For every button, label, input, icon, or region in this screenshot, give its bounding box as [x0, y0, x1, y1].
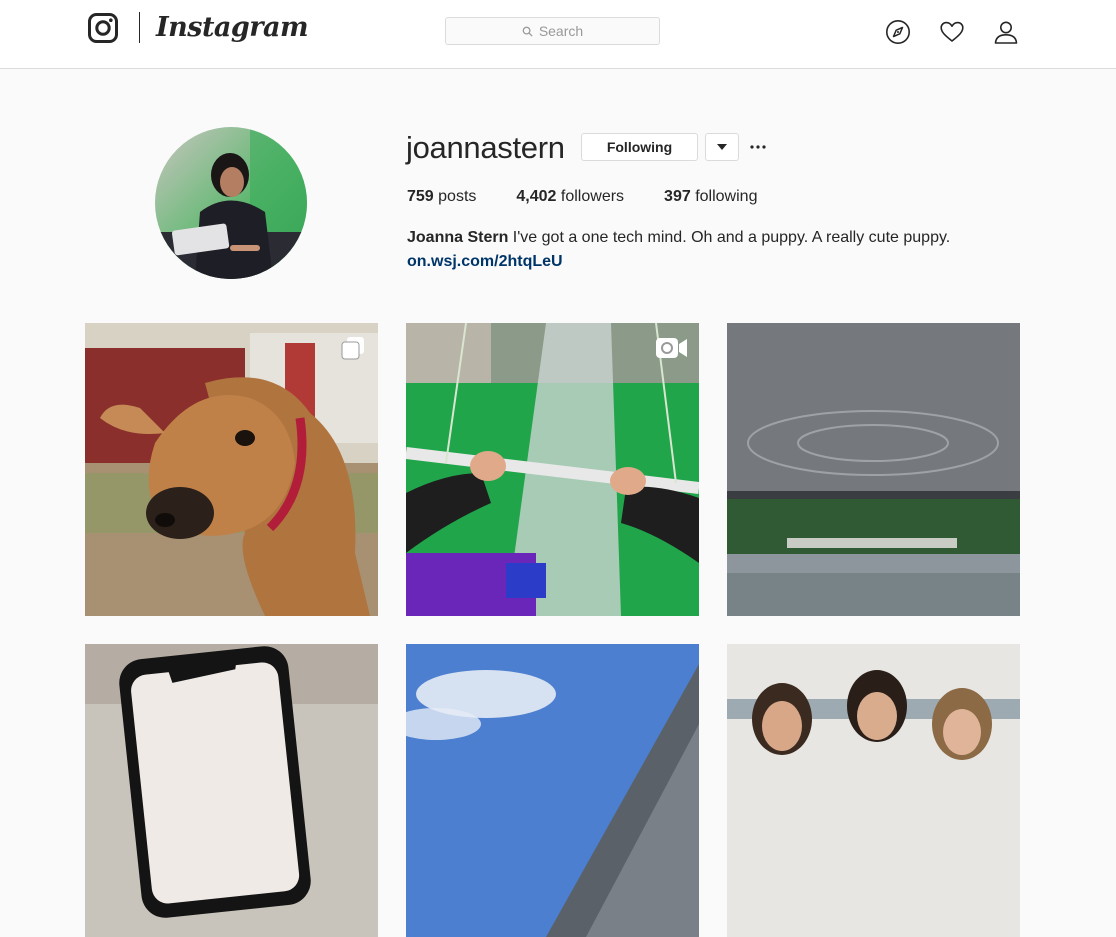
posts-stat: 759 posts	[407, 186, 476, 208]
post-image-group	[727, 644, 1020, 937]
post-image-building	[406, 644, 699, 937]
suggestions-dropdown-button[interactable]	[705, 133, 739, 161]
profile-avatar[interactable]	[155, 127, 307, 279]
bio-website-link[interactable]: on.wsj.com/2htqLeU	[407, 251, 563, 273]
post-tile[interactable]	[406, 644, 699, 937]
search-icon	[522, 26, 533, 37]
following-count: 397	[664, 188, 691, 205]
following-button[interactable]: Following	[581, 133, 698, 161]
instagram-glyph-icon[interactable]	[88, 13, 118, 43]
avatar-photo	[155, 127, 307, 279]
following-stat[interactable]: 397 following	[664, 186, 757, 208]
carousel-icon	[341, 337, 364, 360]
search-input[interactable]: Search	[445, 17, 660, 45]
caret-down-icon	[717, 144, 727, 150]
more-options-button[interactable]	[748, 136, 768, 158]
instagram-wordmark[interactable]: Instagram	[156, 8, 309, 48]
followers-count: 4,402	[516, 188, 557, 205]
profile-stats: 759 posts 4,402 followers 397 following	[407, 186, 757, 208]
post-tile[interactable]	[85, 323, 378, 616]
ellipsis-icon	[750, 145, 766, 149]
posts-label: posts	[438, 188, 477, 205]
post-tile[interactable]	[727, 644, 1020, 937]
video-icon	[656, 338, 687, 358]
search-placeholder: Search	[538, 23, 584, 39]
posts-count: 759	[407, 188, 434, 205]
top-nav: Instagram Search	[0, 0, 1116, 69]
compass-icon[interactable]	[885, 19, 911, 45]
post-image-trapeze	[406, 323, 699, 616]
followers-stat[interactable]: 4,402 followers	[516, 186, 624, 208]
following-label: following	[695, 188, 758, 205]
heart-icon[interactable]	[939, 19, 965, 45]
logo-divider	[139, 12, 140, 43]
bio-text: I've got a one tech mind. Oh and a puppy…	[508, 229, 951, 246]
followers-label: followers	[560, 188, 625, 205]
profile-bio: Joanna Stern I've got a one tech mind. O…	[407, 227, 1047, 249]
post-tile[interactable]	[85, 644, 378, 937]
person-icon[interactable]	[993, 19, 1019, 45]
post-tile[interactable]	[406, 323, 699, 616]
profile-username: joannastern	[406, 130, 565, 165]
bio-full-name: Joanna Stern	[407, 229, 509, 246]
post-image-phone	[85, 644, 378, 937]
post-image-pavilion	[727, 323, 1020, 616]
post-image-cow	[85, 323, 378, 616]
post-tile[interactable]	[727, 323, 1020, 616]
